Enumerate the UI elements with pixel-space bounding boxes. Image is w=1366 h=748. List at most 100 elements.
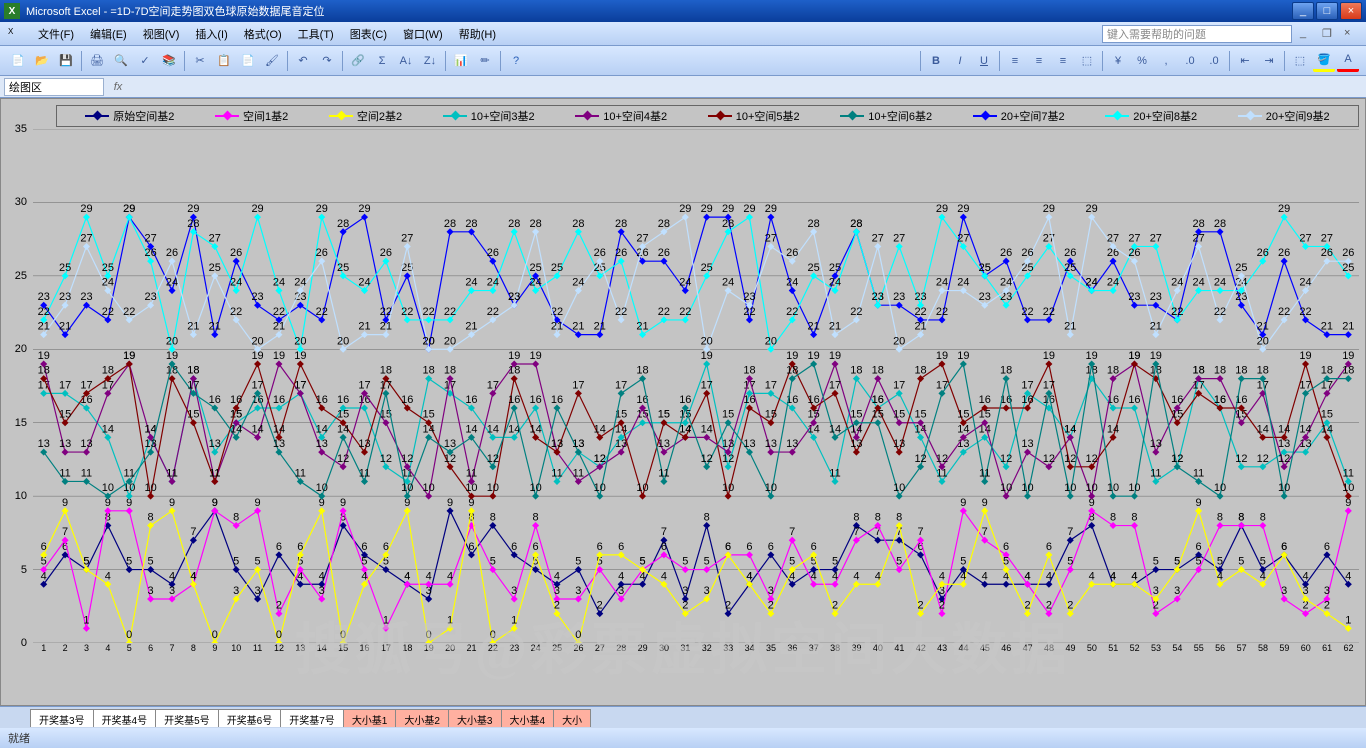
open-icon[interactable]: 📂	[31, 50, 53, 72]
sheet-tab[interactable]: 开奖基3号	[30, 709, 94, 727]
menu-tools[interactable]: 工具(T)	[290, 24, 342, 44]
sheet-tab[interactable]: 开奖基7号	[280, 709, 344, 727]
sheet-tab[interactable]: 开奖基5号	[155, 709, 219, 727]
svg-text:17: 17	[1043, 379, 1055, 391]
menu-view[interactable]: 视图(V)	[135, 24, 188, 44]
bold-icon[interactable]: B	[925, 50, 947, 72]
svg-text:8: 8	[148, 512, 154, 524]
svg-text:21: 21	[273, 321, 285, 333]
svg-text:18: 18	[743, 365, 755, 377]
dec-decimal-icon[interactable]: .0	[1203, 50, 1225, 72]
svg-text:10: 10	[1128, 482, 1140, 494]
svg-text:28: 28	[529, 218, 541, 230]
research-icon[interactable]: 📚	[158, 50, 180, 72]
print-icon[interactable]: 🖨	[86, 50, 108, 72]
svg-text:15: 15	[1171, 409, 1183, 421]
svg-text:20: 20	[893, 335, 905, 347]
cut-icon[interactable]: ✂	[189, 50, 211, 72]
name-box[interactable]: 绘图区	[4, 78, 104, 96]
svg-text:21: 21	[829, 321, 841, 333]
svg-text:25: 25	[337, 262, 349, 274]
svg-text:10: 10	[465, 482, 477, 494]
sheet-tab[interactable]: 大小基4	[501, 709, 555, 727]
svg-text:22: 22	[1043, 306, 1055, 318]
sheet-tab[interactable]: 大小基1	[343, 709, 397, 727]
svg-text:27: 27	[209, 233, 221, 245]
svg-text:27: 27	[893, 233, 905, 245]
new-icon[interactable]: 📄	[7, 50, 29, 72]
paste-icon[interactable]: 📄	[237, 50, 259, 72]
percent-icon[interactable]: %	[1131, 50, 1153, 72]
chart-area[interactable]: 原始空间基2空间1基2空间2基210+空间3基210+空间4基210+空间5基2…	[0, 98, 1366, 706]
svg-text:2: 2	[939, 600, 945, 612]
sheet-tab[interactable]: 开奖基4号	[93, 709, 157, 727]
format-painter-icon[interactable]: 🖌	[261, 50, 283, 72]
doc-restore-button[interactable]: ❐	[1322, 27, 1336, 41]
svg-text:15: 15	[850, 409, 862, 421]
svg-text:27: 27	[1128, 233, 1140, 245]
sum-icon[interactable]: Σ	[371, 50, 393, 72]
copy-icon[interactable]: 📋	[213, 50, 235, 72]
svg-text:8: 8	[875, 512, 881, 524]
fx-icon[interactable]: fx	[108, 81, 128, 93]
fill-color-icon[interactable]: 🪣	[1313, 50, 1335, 72]
inc-decimal-icon[interactable]: .0	[1179, 50, 1201, 72]
maximize-button[interactable]: □	[1316, 2, 1338, 20]
svg-text:14: 14	[1257, 423, 1269, 435]
svg-text:4: 4	[1110, 570, 1116, 582]
spell-icon[interactable]: ✓	[134, 50, 156, 72]
menu-window[interactable]: 窗口(W)	[395, 24, 451, 44]
sheet-tab[interactable]: 开奖基6号	[218, 709, 282, 727]
sort-asc-icon[interactable]: A↓	[395, 50, 417, 72]
svg-text:8: 8	[1217, 512, 1223, 524]
svg-text:3: 3	[233, 585, 239, 597]
menu-format[interactable]: 格式(O)	[236, 24, 290, 44]
save-icon[interactable]: 💾	[55, 50, 77, 72]
align-left-icon[interactable]: ≡	[1004, 50, 1026, 72]
sheet-tab[interactable]: 大小基3	[448, 709, 502, 727]
drawing-icon[interactable]: ✏	[474, 50, 496, 72]
y-axis: 05101520253035	[1, 129, 31, 643]
svg-text:13: 13	[786, 438, 798, 450]
svg-text:10: 10	[765, 482, 777, 494]
menu-edit[interactable]: 编辑(E)	[82, 24, 135, 44]
currency-icon[interactable]: ¥	[1107, 50, 1129, 72]
align-center-icon[interactable]: ≡	[1028, 50, 1050, 72]
help-search-input[interactable]: 键入需要帮助的问题	[1102, 25, 1292, 43]
svg-text:27: 27	[1107, 233, 1119, 245]
comma-icon[interactable]: ,	[1155, 50, 1177, 72]
doc-minimize-button[interactable]: _	[1300, 27, 1314, 41]
menu-insert[interactable]: 插入(I)	[187, 24, 235, 44]
undo-icon[interactable]: ↶	[292, 50, 314, 72]
italic-icon[interactable]: I	[949, 50, 971, 72]
close-button[interactable]: ×	[1340, 2, 1362, 20]
help-icon[interactable]: ?	[505, 50, 527, 72]
font-color-icon[interactable]: A	[1337, 50, 1359, 72]
preview-icon[interactable]: 🔍	[110, 50, 132, 72]
dec-indent-icon[interactable]: ⇤	[1234, 50, 1256, 72]
merge-icon[interactable]: ⬚	[1076, 50, 1098, 72]
svg-text:8: 8	[1131, 512, 1137, 524]
underline-icon[interactable]: U	[973, 50, 995, 72]
sheet-tab[interactable]: 大小	[553, 709, 591, 727]
svg-text:11: 11	[551, 467, 562, 479]
inc-indent-icon[interactable]: ⇥	[1258, 50, 1280, 72]
svg-text:11: 11	[59, 467, 70, 479]
minimize-button[interactable]: _	[1292, 2, 1314, 20]
svg-text:16: 16	[337, 394, 349, 406]
border-icon[interactable]: ⬚	[1289, 50, 1311, 72]
chart-icon[interactable]: 📊	[450, 50, 472, 72]
align-right-icon[interactable]: ≡	[1052, 50, 1074, 72]
sheet-tab[interactable]: 大小基2	[395, 709, 449, 727]
svg-text:3: 3	[1174, 585, 1180, 597]
link-icon[interactable]: 🔗	[347, 50, 369, 72]
svg-text:22: 22	[444, 306, 456, 318]
menu-chart[interactable]: 图表(C)	[342, 24, 395, 44]
svg-text:8: 8	[1110, 512, 1116, 524]
svg-text:20: 20	[251, 335, 263, 347]
sort-desc-icon[interactable]: Z↓	[419, 50, 441, 72]
menu-file[interactable]: 文件(F)	[30, 24, 82, 44]
redo-icon[interactable]: ↷	[316, 50, 338, 72]
menu-help[interactable]: 帮助(H)	[451, 24, 504, 44]
doc-close-button[interactable]: ×	[1344, 27, 1358, 41]
